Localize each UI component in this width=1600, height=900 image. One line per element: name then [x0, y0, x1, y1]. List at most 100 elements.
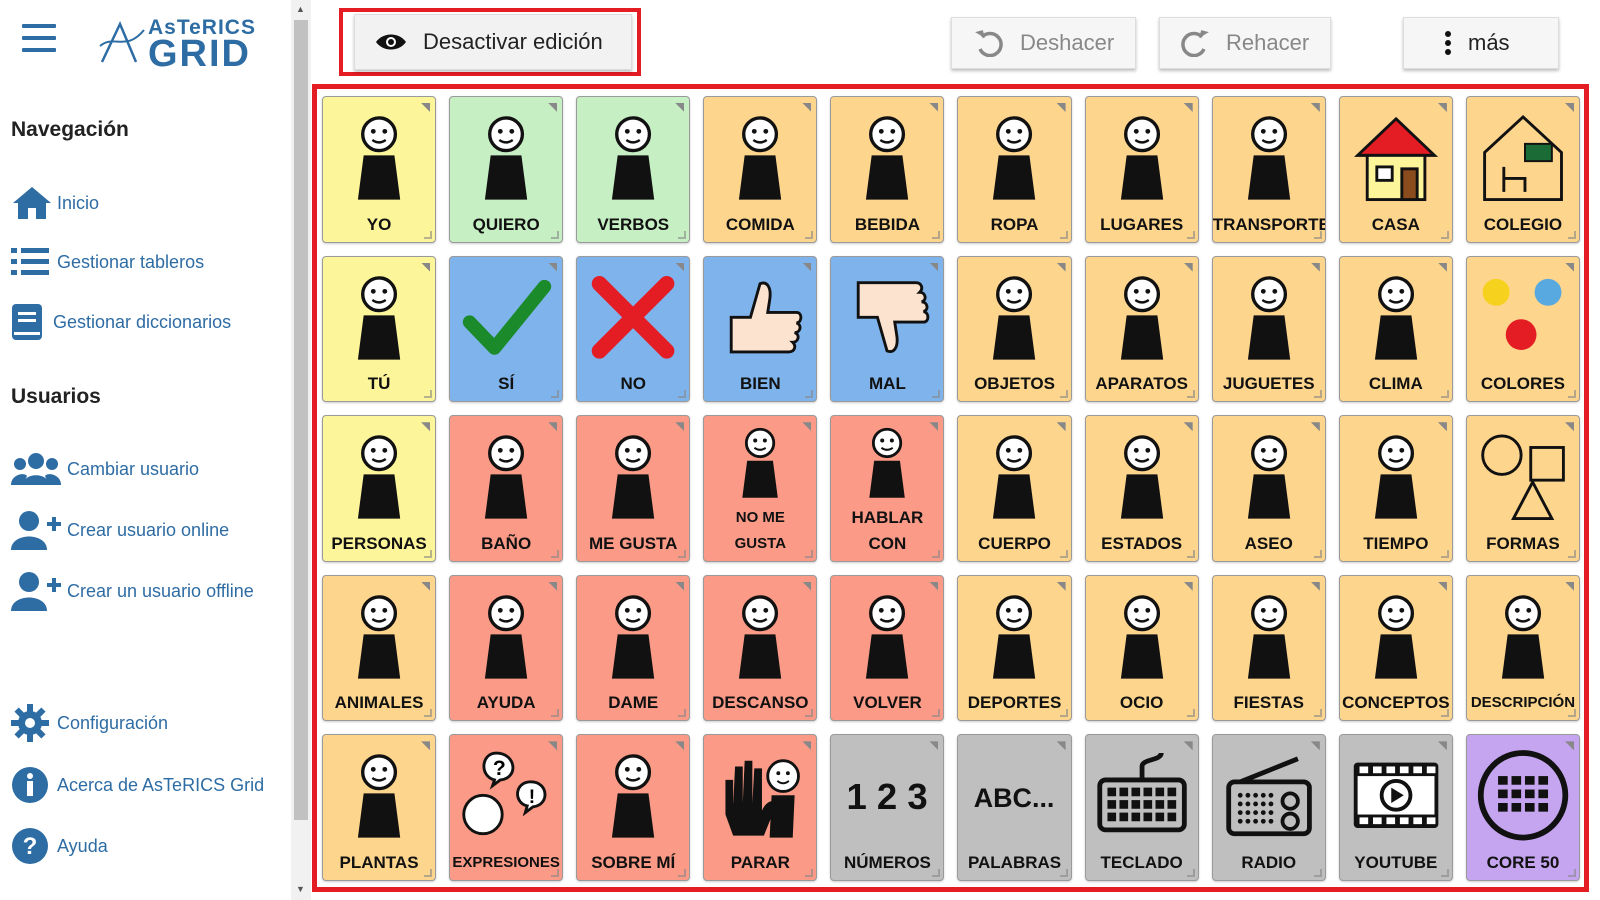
grid-cell-plantas[interactable]: PLANTAS [322, 734, 437, 881]
grid-cell-colores[interactable]: COLORES [1465, 255, 1580, 403]
grid-cell-sobre-mí[interactable]: SOBRE MÍ [576, 734, 691, 881]
grid-cell-casa[interactable]: CASA [1338, 96, 1453, 243]
sidebar-item-create-user-online[interactable]: Crear usuario online [11, 508, 229, 552]
resize-handle-icon[interactable] [932, 869, 941, 877]
grid-cell-expresiones[interactable]: ?! EXPRESIONES [449, 734, 564, 881]
scroll-up-icon[interactable]: ▲ [296, 4, 305, 14]
resize-handle-icon[interactable] [424, 549, 433, 558]
resize-handle-icon[interactable] [678, 709, 687, 718]
grid-cell-teclado[interactable]: TECLADO [1084, 734, 1199, 881]
grid-cell-animales[interactable]: ANIMALES [322, 574, 437, 722]
resize-handle-icon[interactable] [1186, 869, 1195, 877]
resize-handle-icon[interactable] [551, 390, 560, 399]
grid-cell-sí[interactable]: SÍ [449, 255, 564, 403]
grid-cell-radio[interactable]: RADIO [1211, 734, 1326, 881]
redo-button[interactable]: Rehacer [1159, 17, 1331, 69]
resize-handle-icon[interactable] [1059, 709, 1068, 718]
sidebar-item-settings[interactable]: Configuración [11, 701, 168, 745]
resize-handle-icon[interactable] [551, 869, 560, 877]
resize-handle-icon[interactable] [1313, 390, 1322, 399]
sidebar-item-manage-grids[interactable]: Gestionar tableros [11, 240, 204, 284]
grid-cell-comida[interactable]: COMIDA [703, 96, 818, 243]
sidebar-item-change-user[interactable]: Cambiar usuario [11, 447, 199, 491]
grid-cell-parar[interactable]: PARAR [703, 734, 818, 881]
resize-handle-icon[interactable] [424, 709, 433, 718]
resize-handle-icon[interactable] [1059, 390, 1068, 399]
resize-handle-icon[interactable] [424, 390, 433, 399]
grid-cell-no-me-gusta[interactable]: NO ME GUSTA [703, 415, 818, 562]
resize-handle-icon[interactable] [1440, 709, 1449, 718]
sidebar-item-manage-dictionaries[interactable]: Gestionar diccionarios [11, 300, 231, 344]
sidebar-item-create-user-offline[interactable]: Crear un usuario offline [11, 569, 254, 613]
resize-handle-icon[interactable] [805, 230, 814, 239]
grid-cell-ocio[interactable]: OCIO [1084, 574, 1199, 722]
scrollbar-thumb[interactable] [294, 20, 308, 820]
sidebar-item-home[interactable]: Inicio [11, 181, 99, 225]
resize-handle-icon[interactable] [1059, 230, 1068, 239]
resize-handle-icon[interactable] [1186, 230, 1195, 239]
sidebar-scrollbar[interactable]: ▲ ▼ [291, 0, 311, 900]
grid-cell-personas[interactable]: PERSONAS [322, 415, 437, 562]
resize-handle-icon[interactable] [932, 549, 941, 558]
grid-cell-colegio[interactable]: COLEGIO [1465, 96, 1580, 243]
resize-handle-icon[interactable] [932, 230, 941, 239]
resize-handle-icon[interactable] [551, 549, 560, 558]
grid-cell-tú[interactable]: TÚ [322, 255, 437, 403]
more-button[interactable]: más [1403, 17, 1559, 69]
toggle-edit-button[interactable]: Desactivar edición [354, 14, 632, 70]
grid-cell-descanso[interactable]: DESCANSO [703, 574, 818, 722]
grid-cell-ropa[interactable]: ROPA [957, 96, 1072, 243]
resize-handle-icon[interactable] [932, 709, 941, 718]
grid-cell-hablar-con[interactable]: HABLAR CON [830, 415, 945, 562]
grid-cell-mal[interactable]: MAL [830, 255, 945, 403]
resize-handle-icon[interactable] [424, 869, 433, 877]
resize-handle-icon[interactable] [805, 869, 814, 877]
grid-cell-aparatos[interactable]: APARATOS [1084, 255, 1199, 403]
grid-cell-números[interactable]: 1 2 3 NÚMEROS [830, 734, 945, 881]
resize-handle-icon[interactable] [678, 230, 687, 239]
grid-cell-ayuda[interactable]: AYUDA [449, 574, 564, 722]
grid-cell-clima[interactable]: CLIMA [1338, 255, 1453, 403]
resize-handle-icon[interactable] [678, 390, 687, 399]
grid-cell-cuerpo[interactable]: CUERPO [957, 415, 1072, 562]
grid-cell-volver[interactable]: VOLVER [830, 574, 945, 722]
resize-handle-icon[interactable] [1567, 869, 1576, 877]
resize-handle-icon[interactable] [1313, 549, 1322, 558]
grid-cell-baño[interactable]: BAÑO [449, 415, 564, 562]
resize-handle-icon[interactable] [1567, 709, 1576, 718]
sidebar-item-help[interactable]: ? Ayuda [11, 824, 108, 868]
resize-handle-icon[interactable] [805, 549, 814, 558]
grid-cell-verbos[interactable]: VERBOS [576, 96, 691, 243]
resize-handle-icon[interactable] [1567, 549, 1576, 558]
grid-cell-youtube[interactable]: YOUTUBE [1338, 734, 1453, 881]
grid-cell-no[interactable]: NO [576, 255, 691, 403]
resize-handle-icon[interactable] [1440, 230, 1449, 239]
resize-handle-icon[interactable] [1313, 869, 1322, 877]
sidebar-item-about[interactable]: Acerca de AsTeRICS Grid [11, 763, 264, 807]
grid-cell-aseo[interactable]: ASEO [1211, 415, 1326, 562]
scroll-down-icon[interactable]: ▼ [296, 884, 305, 894]
resize-handle-icon[interactable] [551, 230, 560, 239]
grid-cell-descripción[interactable]: DESCRIPCIÓN [1465, 574, 1580, 722]
grid-cell-transporte[interactable]: TRANSPORTE [1211, 96, 1326, 243]
menu-icon[interactable] [22, 24, 56, 56]
grid-cell-palabras[interactable]: ABC... PALABRAS [957, 734, 1072, 881]
resize-handle-icon[interactable] [424, 230, 433, 239]
resize-handle-icon[interactable] [1186, 390, 1195, 399]
grid-cell-bien[interactable]: BIEN [703, 255, 818, 403]
resize-handle-icon[interactable] [678, 869, 687, 877]
grid-cell-yo[interactable]: YO [322, 96, 437, 243]
resize-handle-icon[interactable] [1440, 869, 1449, 877]
grid-cell-objetos[interactable]: OBJETOS [957, 255, 1072, 403]
grid-cell-deportes[interactable]: DEPORTES [957, 574, 1072, 722]
grid-cell-core-50[interactable]: CORE 50 [1465, 734, 1580, 881]
grid-cell-estados[interactable]: ESTADOS [1084, 415, 1199, 562]
grid-cell-juguetes[interactable]: JUGUETES [1211, 255, 1326, 403]
grid-cell-bebida[interactable]: BEBIDA [830, 96, 945, 243]
resize-handle-icon[interactable] [1059, 869, 1068, 877]
resize-handle-icon[interactable] [1313, 709, 1322, 718]
resize-handle-icon[interactable] [1186, 709, 1195, 718]
undo-button[interactable]: Deshacer [951, 17, 1136, 69]
resize-handle-icon[interactable] [1440, 390, 1449, 399]
resize-handle-icon[interactable] [805, 390, 814, 399]
